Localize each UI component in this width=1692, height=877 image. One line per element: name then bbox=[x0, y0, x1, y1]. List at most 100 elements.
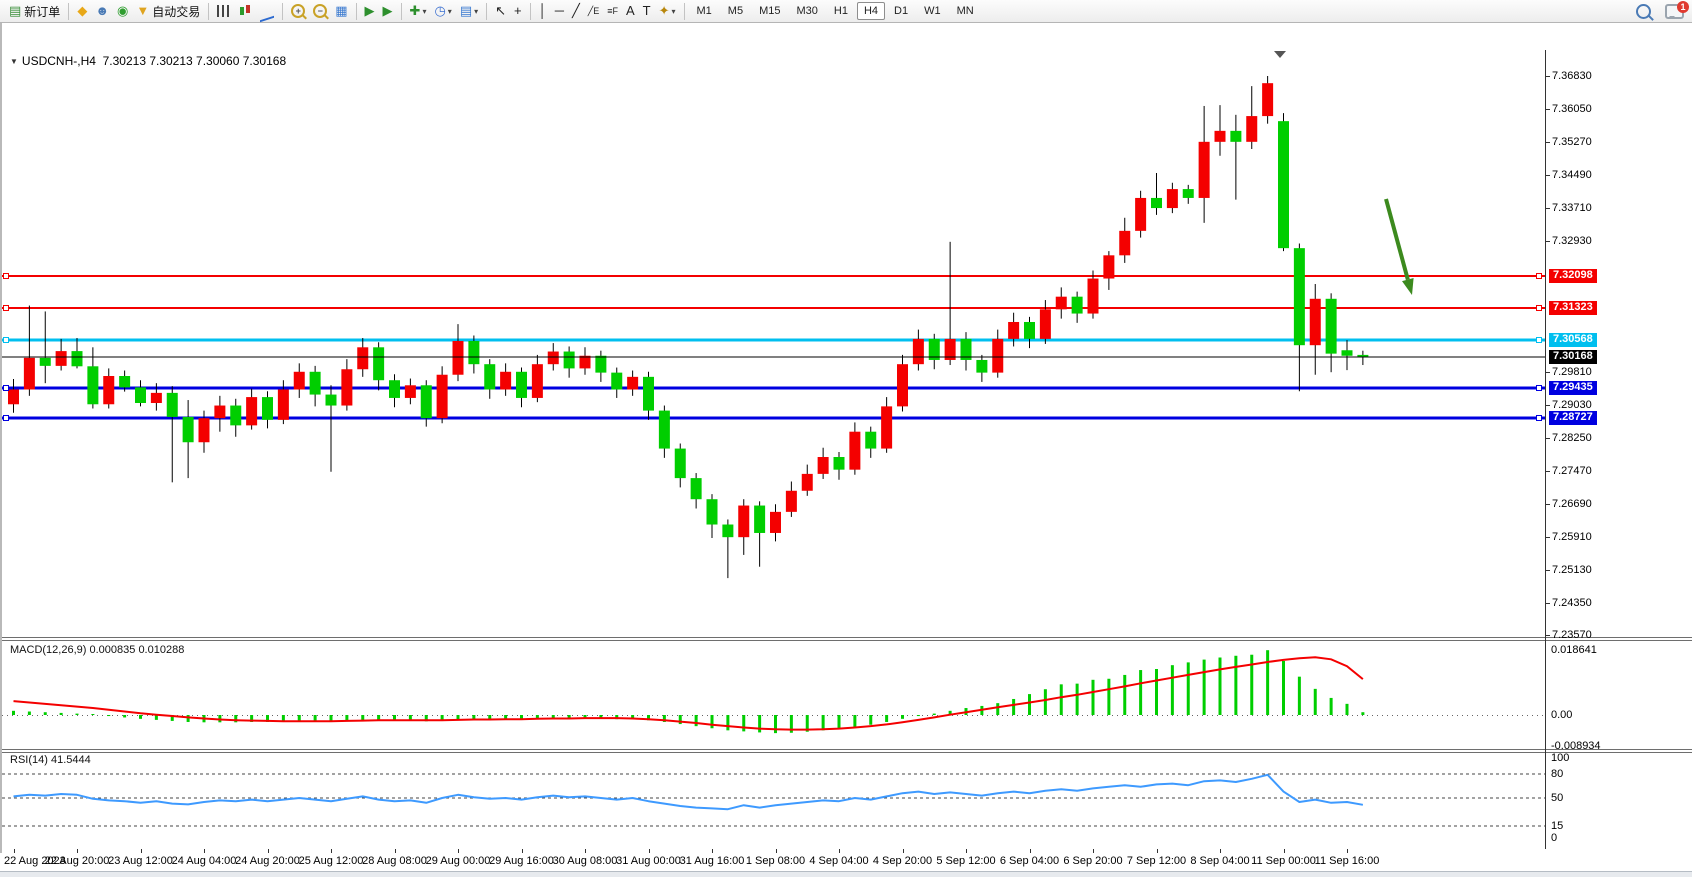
time-tick bbox=[1030, 849, 1031, 853]
time-tick-label: 28 Aug 08:00 bbox=[362, 855, 427, 867]
timeframe-m5[interactable]: M5 bbox=[721, 2, 750, 20]
macd-histogram-bar bbox=[996, 703, 999, 715]
vertical-line-icon: │ bbox=[539, 3, 547, 19]
candle bbox=[1199, 106, 1210, 223]
macd-panel-canvas[interactable] bbox=[0, 642, 1692, 749]
trendline-button[interactable]: ╱ bbox=[569, 1, 583, 21]
time-tick bbox=[77, 849, 78, 853]
panel-separator[interactable] bbox=[0, 637, 1692, 641]
crosshair-icon: + bbox=[514, 3, 522, 19]
price-tick bbox=[1546, 372, 1550, 373]
line-anchor-marker[interactable] bbox=[1536, 337, 1542, 343]
line-chart-button[interactable] bbox=[257, 1, 277, 21]
candle bbox=[72, 338, 83, 368]
text-icon: A bbox=[626, 3, 635, 19]
chart-shift-button[interactable]: ▶ bbox=[380, 1, 396, 21]
time-tick-label: 4 Sep 20:00 bbox=[873, 855, 932, 867]
cursor-button[interactable]: ↖ bbox=[492, 1, 509, 21]
timeframe-h4[interactable]: H4 bbox=[857, 2, 885, 20]
templates-button[interactable]: ▤▾ bbox=[457, 1, 481, 21]
trade-box-button[interactable]: ◆ bbox=[74, 1, 90, 21]
line-anchor-marker[interactable] bbox=[1536, 305, 1542, 311]
candle bbox=[24, 306, 35, 396]
candle bbox=[484, 359, 495, 399]
macd-histogram-bar bbox=[1060, 684, 1063, 715]
line-anchor-marker[interactable] bbox=[3, 415, 9, 421]
macd-histogram-bar bbox=[869, 715, 872, 725]
toolbar-separator bbox=[208, 3, 209, 20]
candle bbox=[405, 379, 416, 405]
candle bbox=[1278, 113, 1289, 251]
price-tick-label: 7.27470 bbox=[1552, 465, 1592, 478]
timeframe-m30[interactable]: M30 bbox=[789, 2, 824, 20]
hline-button[interactable]: ─ bbox=[552, 1, 567, 21]
channel-button[interactable]: ╱E bbox=[585, 1, 602, 21]
macd-histogram-bar bbox=[1076, 684, 1079, 715]
line-anchor-marker[interactable] bbox=[3, 273, 9, 279]
timeframe-w1[interactable]: W1 bbox=[917, 2, 948, 20]
candle bbox=[611, 368, 622, 398]
text-label-button[interactable]: T bbox=[640, 1, 654, 21]
periods-button[interactable]: ◷▾ bbox=[431, 1, 454, 21]
chart-window[interactable]: ▼USDCNH-,H4 7.30213 7.30213 7.30060 7.30… bbox=[0, 23, 1692, 853]
dropdown-caret-icon: ▾ bbox=[448, 7, 452, 16]
line-anchor-marker[interactable] bbox=[1536, 385, 1542, 391]
tile-windows-icon: ▦ bbox=[335, 3, 347, 19]
price-tick bbox=[1546, 208, 1550, 209]
tile-windows-button[interactable]: ▦ bbox=[332, 1, 350, 21]
timeframe-m1[interactable]: M1 bbox=[690, 2, 719, 20]
macd-histogram-bar bbox=[1092, 680, 1095, 715]
rsi-panel-canvas[interactable] bbox=[0, 752, 1692, 849]
macd-histogram-bar bbox=[91, 714, 94, 715]
search-icon[interactable] bbox=[1636, 4, 1651, 19]
macd-histogram-bar bbox=[60, 713, 63, 715]
price-tick bbox=[1546, 241, 1550, 242]
arrows-button[interactable]: ✦▾ bbox=[656, 1, 679, 21]
symbol-dropdown-icon[interactable]: ▼ bbox=[10, 57, 18, 66]
macd-histogram-bar bbox=[822, 715, 825, 730]
line-anchor-marker[interactable] bbox=[3, 337, 9, 343]
candle bbox=[1088, 271, 1099, 319]
market-watch-button[interactable]: ☻ bbox=[92, 1, 112, 21]
chart-shift-marker[interactable] bbox=[1274, 51, 1286, 58]
macd-histogram-bar bbox=[76, 714, 79, 715]
zoom-in-button[interactable]: + bbox=[288, 1, 308, 21]
macd-histogram-bar bbox=[1234, 656, 1237, 715]
autotrading-button[interactable]: ▼自动交易 bbox=[133, 1, 203, 21]
candlestick-chart-button[interactable] bbox=[235, 1, 255, 21]
zoom-out-icon: − bbox=[313, 4, 327, 18]
line-anchor-marker[interactable] bbox=[1536, 273, 1542, 279]
new-order-button[interactable]: ▤新订单 bbox=[6, 1, 63, 21]
time-tick bbox=[268, 849, 269, 853]
current-price-label: 7.30168 bbox=[1549, 350, 1597, 364]
timeframe-h1[interactable]: H1 bbox=[827, 2, 855, 20]
indicators-button[interactable]: ✚▾ bbox=[407, 1, 430, 21]
zoom-out-button[interactable]: − bbox=[310, 1, 330, 21]
price-tick-label: 7.36830 bbox=[1552, 70, 1592, 83]
macd-histogram-bar bbox=[1044, 689, 1047, 715]
time-tick-label: 6 Sep 20:00 bbox=[1063, 855, 1122, 867]
crosshair-button[interactable]: + bbox=[511, 1, 525, 21]
candle bbox=[532, 355, 543, 402]
arrow-annotation[interactable] bbox=[1386, 199, 1414, 295]
chat-icon[interactable]: 1 bbox=[1665, 4, 1684, 19]
candle bbox=[1246, 86, 1257, 149]
timeframe-m15[interactable]: M15 bbox=[752, 2, 787, 20]
signals-button[interactable]: ◉ bbox=[114, 1, 131, 21]
cube-icon: ◆ bbox=[77, 3, 87, 19]
candle bbox=[1230, 115, 1241, 200]
line-anchor-marker[interactable] bbox=[3, 385, 9, 391]
text-button[interactable]: A bbox=[623, 1, 638, 21]
timeframe-d1[interactable]: D1 bbox=[887, 2, 915, 20]
bar-chart-button[interactable] bbox=[214, 1, 233, 21]
vline-button[interactable]: │ bbox=[536, 1, 550, 21]
fibonacci-button[interactable]: ≡F bbox=[604, 1, 621, 21]
timeframe-mn[interactable]: MN bbox=[950, 2, 981, 20]
line-anchor-marker[interactable] bbox=[3, 305, 9, 311]
trendline-icon: ╱ bbox=[572, 3, 580, 19]
price-tick bbox=[1546, 471, 1550, 472]
autoscroll-button[interactable]: ▶ bbox=[362, 1, 378, 21]
candle bbox=[1357, 351, 1368, 365]
line-anchor-marker[interactable] bbox=[1536, 415, 1542, 421]
price-chart-canvas[interactable] bbox=[0, 50, 1692, 636]
